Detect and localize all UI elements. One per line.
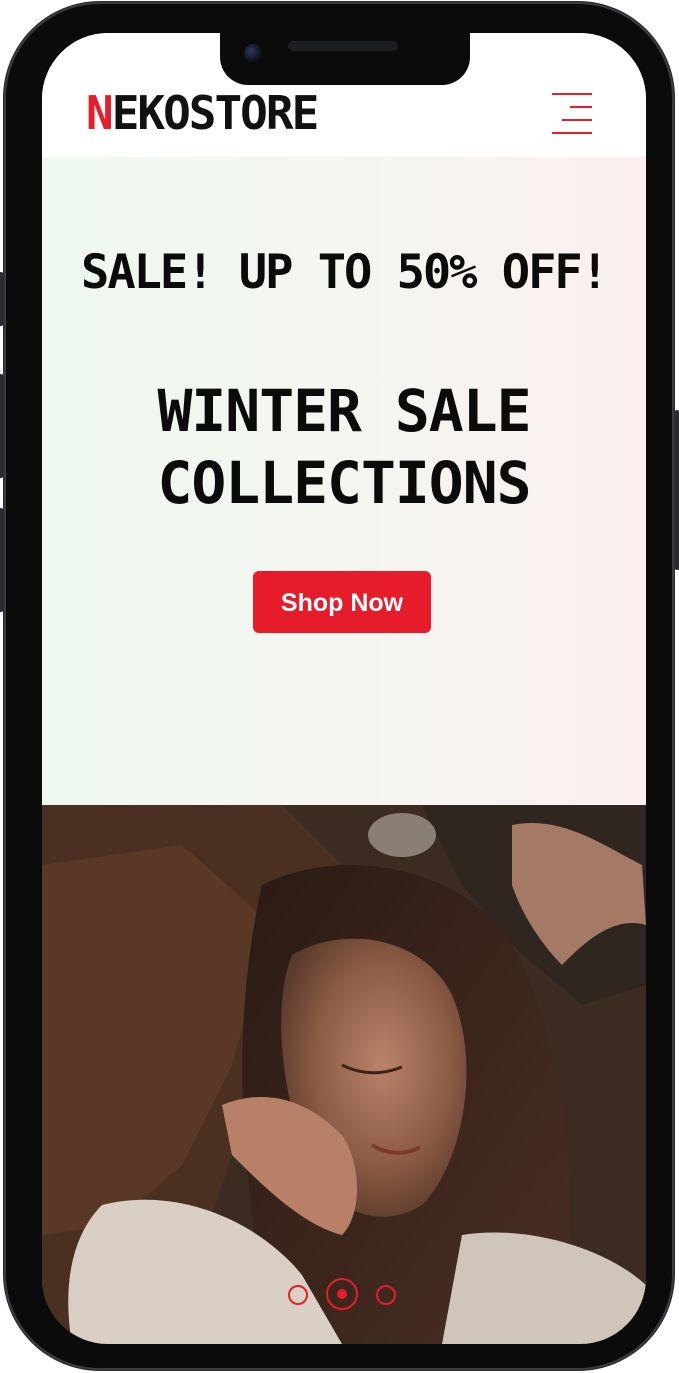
volume-up-button bbox=[0, 374, 4, 478]
logo-text: EKOSTORE bbox=[111, 86, 320, 140]
shop-now-button[interactable]: Shop Now bbox=[253, 571, 431, 633]
volume-down-button bbox=[0, 508, 4, 612]
carousel-dot-3[interactable] bbox=[376, 1285, 396, 1305]
front-camera bbox=[244, 44, 262, 62]
headline-line-2: COLLECTIONS bbox=[157, 449, 531, 517]
carousel-dot-1[interactable] bbox=[288, 1285, 308, 1305]
carousel-dot-2-active[interactable] bbox=[326, 1278, 358, 1310]
screen: NEKOSTORE SALE! UP TO 50% OFF! WINTER SA… bbox=[42, 33, 646, 1344]
hamburger-menu-icon[interactable] bbox=[552, 91, 592, 137]
power-button bbox=[674, 410, 679, 570]
speaker-grille bbox=[288, 41, 398, 51]
model-photo-illustration bbox=[42, 805, 646, 1344]
logo-initial: N bbox=[86, 86, 114, 140]
hero-photo bbox=[42, 805, 646, 1344]
hero-banner: SALE! UP TO 50% OFF! WINTER SALE COLLECT… bbox=[42, 157, 646, 805]
store-logo[interactable]: NEKOSTORE bbox=[86, 83, 320, 143]
hero-headline: WINTER SALE COLLECTIONS bbox=[42, 375, 646, 519]
phone-frame: NEKOSTORE SALE! UP TO 50% OFF! WINTER SA… bbox=[0, 2, 679, 1370]
silent-switch bbox=[0, 272, 4, 326]
active-dot-center bbox=[337, 1289, 347, 1299]
sale-text: SALE! UP TO 50% OFF! bbox=[81, 245, 609, 300]
headline-line-1: WINTER SALE bbox=[157, 377, 531, 445]
carousel-indicators bbox=[42, 1277, 646, 1313]
